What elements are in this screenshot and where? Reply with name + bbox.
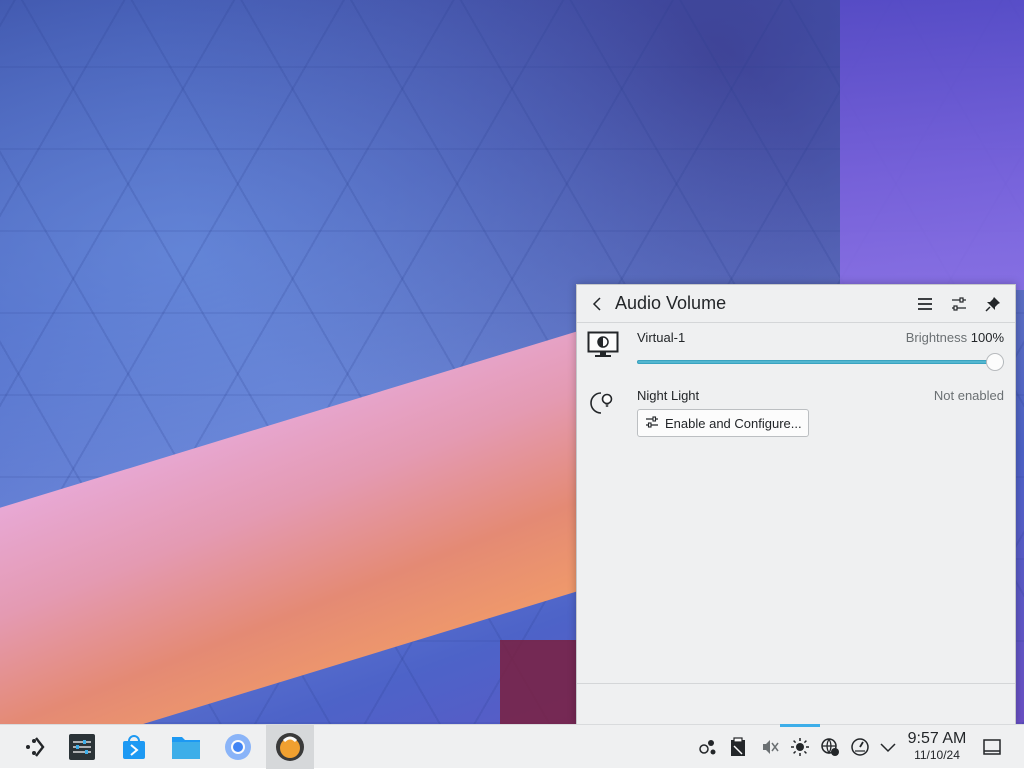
store-icon[interactable] bbox=[112, 725, 156, 769]
updates-icon[interactable] bbox=[850, 737, 870, 757]
pin-icon[interactable] bbox=[981, 292, 1005, 316]
brightness-label: Brightness bbox=[905, 330, 968, 345]
night-light-icon bbox=[589, 389, 617, 422]
brightness-readout: Brightness 100% bbox=[906, 330, 1004, 345]
display-name: Virtual-1 bbox=[637, 330, 686, 345]
show-desktop-icon[interactable] bbox=[982, 737, 1002, 757]
expand-tray-icon[interactable] bbox=[878, 737, 898, 757]
brightness-popup: Audio Volume Virtual-1 Brightness 100% N… bbox=[576, 284, 1016, 724]
chromium-icon[interactable] bbox=[216, 725, 260, 769]
popup-header: Audio Volume bbox=[577, 285, 1015, 323]
night-light-status: Not enabled bbox=[933, 388, 1004, 403]
brightness-slider[interactable] bbox=[637, 353, 1004, 371]
configure-icon bbox=[645, 415, 659, 432]
clock-time: 9:57 AM bbox=[907, 730, 967, 747]
clock-date: 11/10/24 bbox=[914, 748, 960, 762]
configure-sliders-icon[interactable] bbox=[947, 292, 971, 316]
volume-muted-icon[interactable] bbox=[760, 737, 780, 757]
night-light-label: Night Light bbox=[637, 388, 700, 403]
clipboard-icon[interactable] bbox=[728, 737, 748, 757]
monitor-brightness-icon bbox=[587, 331, 619, 364]
tray-active-indicator bbox=[780, 724, 820, 727]
popup-footer bbox=[577, 683, 1015, 684]
kde-launcher-icon[interactable] bbox=[12, 725, 56, 769]
slider-handle[interactable] bbox=[986, 353, 1004, 371]
orange-app-icon[interactable] bbox=[266, 725, 314, 769]
wallpaper-pillar bbox=[840, 0, 1024, 290]
popup-title: Audio Volume bbox=[615, 293, 727, 313]
brightness-icon[interactable] bbox=[790, 737, 810, 757]
digital-clock[interactable]: 9:57 AM 11/10/24 bbox=[900, 730, 974, 762]
network-share-icon[interactable] bbox=[698, 737, 718, 757]
network-icon[interactable] bbox=[820, 737, 840, 757]
brightness-value: 100% bbox=[970, 330, 1004, 345]
hamburger-menu-icon[interactable] bbox=[913, 292, 937, 316]
enable-configure-button[interactable]: Enable and Configure... bbox=[637, 409, 809, 437]
enable-configure-label: Enable and Configure... bbox=[665, 415, 802, 431]
back-arrow-icon[interactable] bbox=[585, 292, 609, 316]
settings-icon[interactable] bbox=[60, 725, 104, 769]
slider-fill bbox=[637, 360, 1004, 364]
folder-icon[interactable] bbox=[164, 725, 208, 769]
taskbar: 9:57 AM 11/10/24 bbox=[0, 724, 1024, 769]
